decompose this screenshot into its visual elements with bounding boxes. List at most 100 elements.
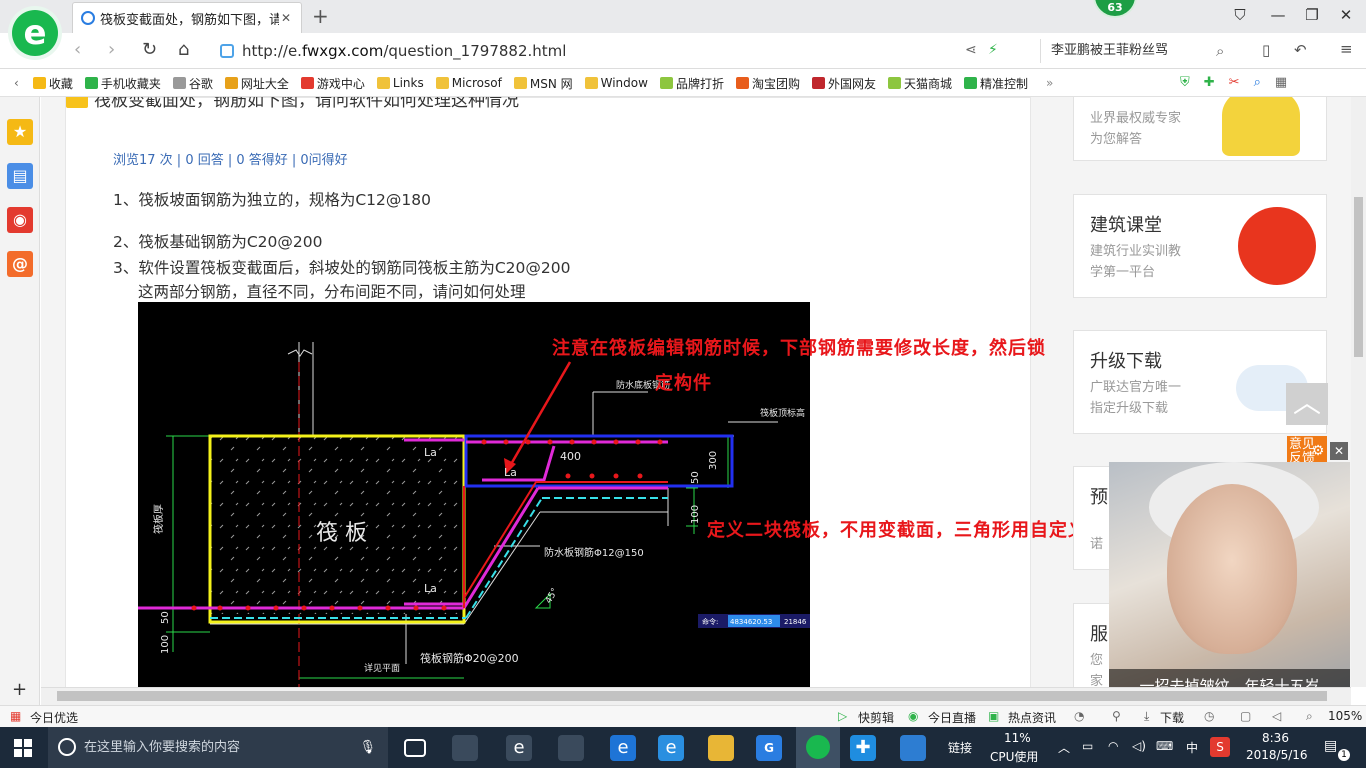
bookmark-item[interactable]: 收藏 bbox=[32, 75, 73, 92]
bookmark-item[interactable]: 外国网友 bbox=[811, 75, 876, 92]
bookmark-item[interactable]: 天猫商城 bbox=[887, 75, 952, 92]
bookmark-item[interactable]: 品牌打折 bbox=[659, 75, 724, 92]
url-field[interactable]: http://e. fwxgx.com/question_1797882.html bbox=[220, 39, 1020, 63]
magnifier-icon[interactable]: ⌕ bbox=[1254, 75, 1261, 90]
horizontal-scroll-thumb[interactable] bbox=[57, 691, 1327, 701]
wifi-icon[interactable]: ◠ bbox=[1108, 739, 1118, 753]
status-today-pick[interactable]: 今日优选 bbox=[30, 709, 78, 726]
app-icon[interactable] bbox=[558, 735, 584, 761]
minimize-button[interactable]: — bbox=[1268, 6, 1288, 26]
address-bar: ‹ › ↻ ⌂ http://e. fwxgx.com/question_1797… bbox=[0, 33, 1366, 69]
zoom-icon[interactable]: ⌕ bbox=[1306, 709, 1313, 724]
edge-icon[interactable]: e bbox=[610, 735, 636, 761]
photo-app-icon[interactable] bbox=[900, 735, 926, 761]
favorites-star-icon[interactable]: ★ bbox=[7, 119, 33, 145]
menu-icon[interactable]: ≡ bbox=[1340, 40, 1353, 58]
home-icon[interactable]: ⌂ bbox=[178, 39, 189, 60]
forward-icon[interactable]: › bbox=[108, 39, 115, 60]
clock-time[interactable]: 8:36 bbox=[1262, 731, 1289, 745]
microphone-icon[interactable]: 🎙 bbox=[359, 727, 376, 768]
share-icon[interactable]: ⋖ bbox=[965, 42, 977, 58]
browser-logo-icon[interactable]: e bbox=[12, 10, 58, 56]
status-item-1[interactable]: 快剪辑 bbox=[858, 709, 894, 726]
lightning-icon[interactable]: ⚡ bbox=[988, 42, 998, 58]
tray-expand-icon[interactable]: ︿ bbox=[1058, 739, 1070, 756]
active-browser-taskbar[interactable] bbox=[796, 727, 840, 768]
battery-icon[interactable]: ▭ bbox=[1082, 739, 1093, 753]
mute-icon[interactable]: ◁ bbox=[1272, 709, 1281, 723]
notification-count: 1 bbox=[1338, 749, 1350, 761]
bookmark-item[interactable]: 淘宝团购 bbox=[735, 75, 800, 92]
undo-icon[interactable]: ↶ bbox=[1294, 41, 1307, 59]
bookmarks-collapse-icon[interactable]: ‹ bbox=[14, 76, 19, 90]
taskbar-search[interactable]: 在这里输入你要搜索的内容 🎙 bbox=[48, 727, 388, 768]
speed-icon[interactable]: ◔ bbox=[1074, 709, 1084, 723]
file-explorer-icon[interactable] bbox=[708, 735, 734, 761]
phone-icon[interactable]: ▯ bbox=[1262, 41, 1270, 59]
search-box[interactable]: 李亚鹏被王菲粉丝骂 bbox=[1040, 39, 1240, 63]
scroll-top-button[interactable]: ︿ bbox=[1286, 383, 1328, 425]
expert-card[interactable]: 业界最权威专家 为您解答 bbox=[1073, 97, 1327, 161]
weibo-icon[interactable]: ◉ bbox=[7, 207, 33, 233]
status-item-4[interactable]: 下载 bbox=[1160, 709, 1184, 726]
question-stats[interactable]: 浏览17 次 | 0 回答 | 0 答得好 | 0问得好 bbox=[113, 149, 348, 168]
restore-button[interactable]: ❐ bbox=[1302, 6, 1322, 26]
bookmark-item[interactable]: Window bbox=[584, 75, 648, 92]
link-label[interactable]: 链接 bbox=[948, 739, 972, 756]
glodon-taskbar-icon[interactable]: G bbox=[756, 735, 782, 761]
reader-icon[interactable]: ▤ bbox=[7, 163, 33, 189]
browser-tab[interactable]: 筏板变截面处，钢筋如下图，请问 ✕ bbox=[72, 2, 302, 33]
bookmark-item[interactable]: 游戏中心 bbox=[300, 75, 365, 92]
sidebar-add-icon[interactable]: + bbox=[12, 679, 27, 700]
close-window-button[interactable]: ✕ bbox=[1336, 6, 1356, 26]
horizontal-scrollbar[interactable] bbox=[41, 687, 1351, 705]
mail-icon[interactable]: @ bbox=[7, 251, 33, 277]
plus-app-icon[interactable]: ✚ bbox=[850, 735, 876, 761]
shirt-icon[interactable]: ⛉ bbox=[1230, 6, 1250, 26]
search-icon[interactable]: ⌕ bbox=[1216, 42, 1224, 60]
keyboard-icon[interactable]: ⌨ bbox=[1156, 739, 1173, 753]
bookmark-item[interactable]: Microsof bbox=[435, 75, 502, 92]
notification-badge[interactable]: 63 bbox=[1093, 0, 1137, 18]
ad-popup[interactable]: 一招去掉皱纹，年轻十五岁 广告 bbox=[1109, 462, 1350, 703]
bookmark-item[interactable]: MSN 网 bbox=[513, 75, 573, 92]
volume-icon[interactable]: ◁) bbox=[1132, 739, 1146, 753]
ad-settings-icon[interactable]: ⚙ bbox=[1309, 443, 1327, 461]
scissors-icon[interactable]: ✂ bbox=[1229, 75, 1240, 90]
bookmark-label: Microsof bbox=[451, 76, 502, 90]
bookmark-item[interactable]: 手机收藏夹 bbox=[84, 75, 161, 92]
clock-date[interactable]: 2018/5/16 bbox=[1246, 748, 1308, 762]
window-icon[interactable]: ▢ bbox=[1240, 709, 1251, 723]
bookmark-item[interactable]: 谷歌 bbox=[172, 75, 213, 92]
close-tab-icon[interactable]: ✕ bbox=[279, 11, 293, 25]
bookmark-label: 品牌打折 bbox=[675, 76, 724, 91]
pinwheel-icon[interactable] bbox=[452, 735, 478, 761]
sogou-icon[interactable]: S bbox=[1210, 737, 1230, 757]
refresh-icon[interactable]: ↻ bbox=[142, 39, 157, 60]
course-card[interactable]: 建筑课堂 建筑行业实训教 学第一平台 bbox=[1073, 194, 1327, 298]
status-item-3[interactable]: 热点资讯 bbox=[1008, 709, 1056, 726]
bookmark-item[interactable]: Links bbox=[376, 75, 424, 92]
zoom-level[interactable]: 105% bbox=[1328, 709, 1362, 723]
vertical-scroll-thumb[interactable] bbox=[1354, 197, 1363, 357]
bookmark-item[interactable]: 网址大全 bbox=[224, 75, 289, 92]
ie-taskbar-icon[interactable]: e bbox=[506, 735, 532, 761]
more-bookmarks-icon[interactable]: » bbox=[1046, 76, 1053, 90]
ie-blue-icon[interactable]: e bbox=[658, 735, 684, 761]
bookmark-item[interactable]: 精准控制 bbox=[964, 75, 1028, 92]
task-view-icon[interactable] bbox=[404, 739, 426, 757]
vertical-scrollbar[interactable] bbox=[1351, 97, 1366, 687]
pin-icon[interactable]: ⚲ bbox=[1112, 709, 1121, 723]
back-icon[interactable]: ‹ bbox=[74, 39, 81, 60]
windows-start-icon[interactable] bbox=[14, 739, 32, 757]
ad-close-icon[interactable]: ✕ bbox=[1330, 442, 1348, 460]
history-icon[interactable]: ◷ bbox=[1204, 709, 1214, 723]
ime-indicator[interactable]: 中 bbox=[1186, 739, 1198, 756]
notification-center-icon[interactable]: ▤ bbox=[1324, 738, 1337, 754]
shield-icon[interactable]: ⛨ bbox=[1180, 75, 1190, 90]
grid-icon[interactable]: ▦ bbox=[1275, 75, 1287, 90]
bookmark-icon bbox=[224, 77, 238, 89]
addon-icon[interactable]: ✚ bbox=[1204, 75, 1215, 90]
status-item-2[interactable]: 今日直播 bbox=[928, 709, 976, 726]
new-tab-button[interactable]: + bbox=[312, 4, 329, 28]
